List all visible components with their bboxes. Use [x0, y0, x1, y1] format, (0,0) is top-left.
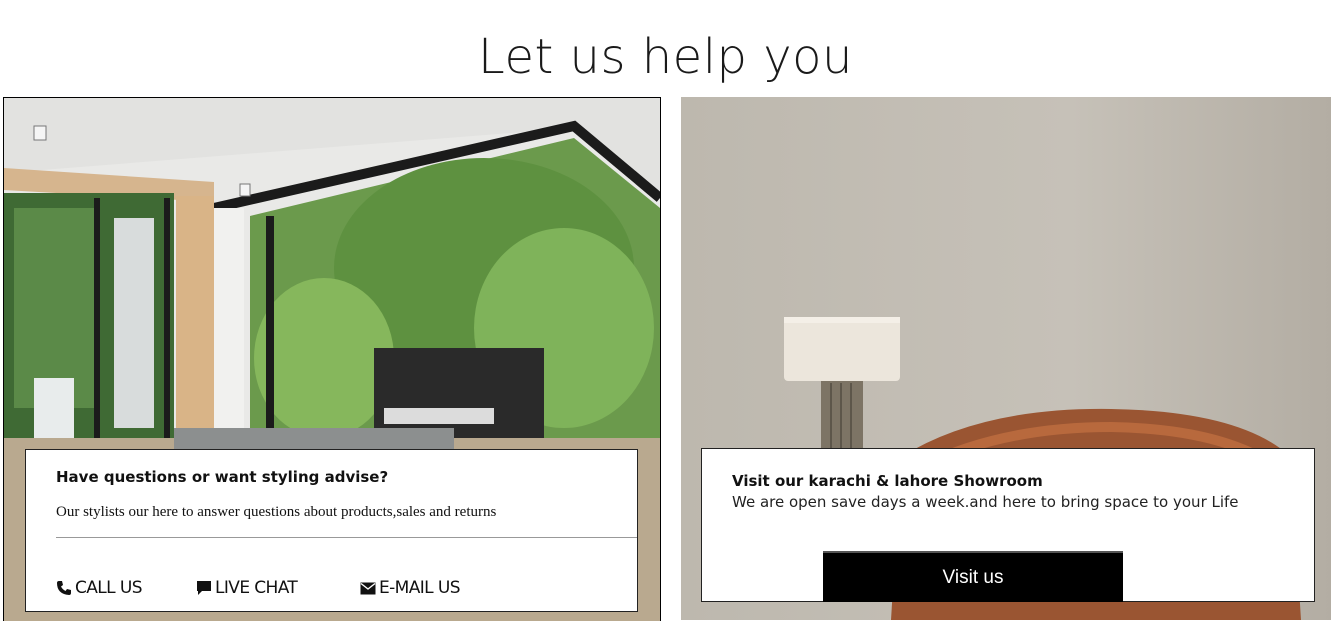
- call-us-label: CALL US: [75, 578, 142, 598]
- call-us-link[interactable]: CALL US: [56, 578, 196, 598]
- showroom-description: We are open save days a week.and here to…: [732, 493, 1239, 511]
- help-title: Have questions or want styling advise?: [56, 468, 389, 486]
- envelope-icon: [360, 582, 376, 594]
- chat-bubble-icon: [197, 581, 211, 595]
- showroom-info-panel: Visit our karachi & lahore Showroom We a…: [701, 448, 1315, 602]
- divider: [56, 537, 637, 538]
- contact-actions: CALL US LIVE CHAT E-MAIL US: [56, 578, 461, 598]
- live-chat-label: LIVE CHAT: [215, 578, 298, 598]
- help-info-panel: Have questions or want styling advise? O…: [25, 449, 638, 612]
- email-us-label: E-MAIL US: [379, 578, 461, 598]
- live-chat-link[interactable]: LIVE CHAT: [196, 578, 360, 598]
- email-us-link[interactable]: E-MAIL US: [360, 578, 461, 598]
- phone-icon: [57, 581, 71, 595]
- showroom-title: Visit our karachi & lahore Showroom: [732, 472, 1043, 490]
- page-title: Let us help you: [478, 29, 853, 86]
- visit-us-button[interactable]: Visit us: [823, 551, 1123, 602]
- help-description: Our stylists our here to answer question…: [56, 504, 497, 520]
